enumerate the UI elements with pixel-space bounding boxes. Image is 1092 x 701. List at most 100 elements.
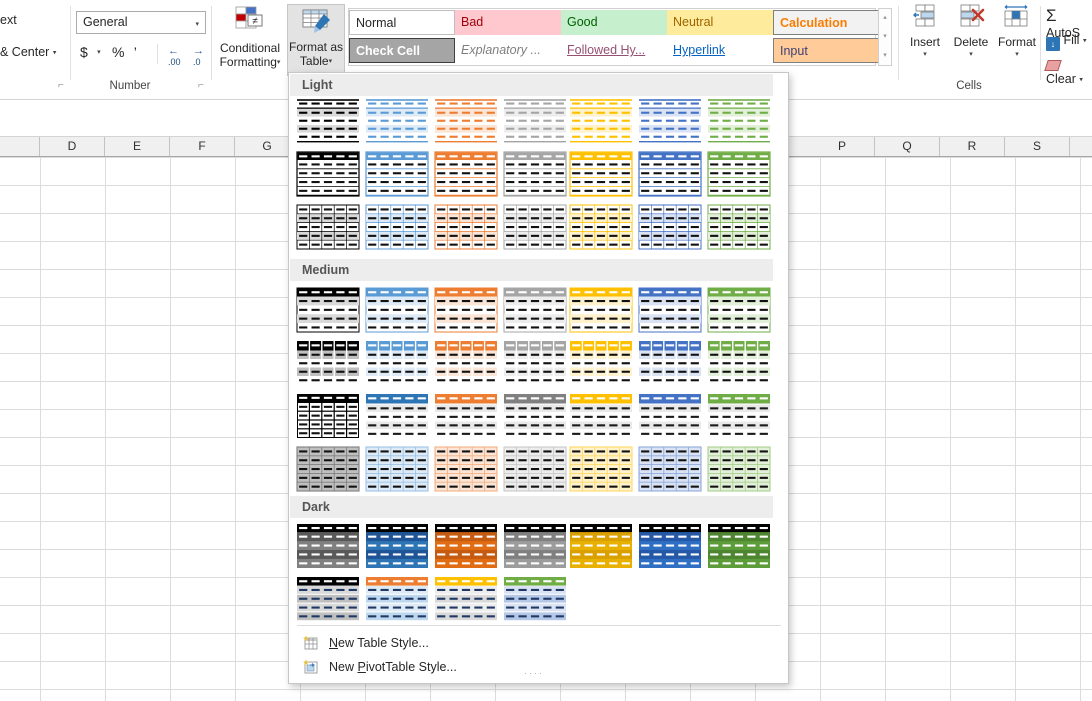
- column-header-R[interactable]: R: [940, 137, 1005, 156]
- table-style-TableStyleLight17[interactable]: [434, 204, 498, 250]
- column-header-F[interactable]: F: [170, 137, 235, 156]
- table-style-TableStyleLight9[interactable]: [365, 151, 429, 197]
- table-style-TableStyleDark8[interactable]: [296, 576, 360, 622]
- format-cells-button[interactable]: Format ▾: [994, 4, 1040, 58]
- table-style-TableStyleDark4[interactable]: [503, 523, 567, 569]
- chevron-down-icon[interactable]: ▾: [1083, 38, 1087, 45]
- table-style-TableStyleLight12[interactable]: [569, 151, 633, 197]
- table-style-TableStyleMedium20[interactable]: [638, 393, 702, 439]
- chevron-down-icon[interactable]: ▾: [902, 50, 948, 58]
- table-style-TableStyleMedium4[interactable]: [503, 287, 567, 333]
- table-style-TableStyleLight19[interactable]: [569, 204, 633, 250]
- insert-cells-button[interactable]: Insert ▾: [902, 4, 948, 58]
- table-style-TableStyleLight13[interactable]: [638, 151, 702, 197]
- conditional-formatting-button[interactable]: ≠ Conditional Formatting▾: [216, 4, 284, 76]
- table-style-TableStyleLight16[interactable]: [365, 204, 429, 250]
- table-style-TableStyleMedium15[interactable]: [296, 393, 360, 439]
- chevron-down-icon[interactable]: ▾: [277, 59, 281, 66]
- table-style-TableStyleLight8[interactable]: [296, 151, 360, 197]
- table-style-TableStyleMedium25[interactable]: [503, 446, 567, 492]
- table-style-TableStyleDark3[interactable]: [434, 523, 498, 569]
- table-style-TableStyleMedium10[interactable]: [434, 340, 498, 386]
- cell-style-hyperlink[interactable]: Hyperlink: [667, 38, 773, 63]
- column-header-D[interactable]: D: [40, 137, 105, 156]
- table-style-TableStyleMedium11[interactable]: [503, 340, 567, 386]
- table-style-TableStyleDark1[interactable]: [296, 523, 360, 569]
- table-style-TableStyleLight3[interactable]: [434, 98, 498, 144]
- chevron-down-icon[interactable]: ▾: [329, 58, 333, 65]
- table-style-TableStyleDark5[interactable]: [569, 523, 633, 569]
- chevron-down-icon[interactable]: ▾: [994, 50, 1040, 58]
- table-style-TableStyleMedium13[interactable]: [638, 340, 702, 386]
- cell-style-followed-hy[interactable]: Followed Hy...: [561, 38, 667, 63]
- table-style-TableStyleLight1[interactable]: [296, 98, 360, 144]
- table-style-TableStyleMedium9[interactable]: [365, 340, 429, 386]
- select-all-corner[interactable]: [0, 137, 40, 156]
- cell-style-explanatory[interactable]: Explanatory ...: [455, 38, 561, 63]
- cell-style-good[interactable]: Good: [561, 10, 667, 35]
- table-style-TableStyleMedium2[interactable]: [365, 287, 429, 333]
- table-style-TableStyleMedium27[interactable]: [638, 446, 702, 492]
- table-style-TableStyleMedium18[interactable]: [503, 393, 567, 439]
- table-style-TableStyleMedium6[interactable]: [638, 287, 702, 333]
- chevron-down-icon[interactable]: ▾: [195, 20, 199, 28]
- table-style-TableStyleDark6[interactable]: [638, 523, 702, 569]
- cell-styles-more-icon[interactable]: ▾: [879, 47, 891, 65]
- percent-style-button[interactable]: %: [112, 44, 124, 60]
- table-style-TableStyleDark11[interactable]: [503, 576, 567, 622]
- table-style-TableStyleLight5[interactable]: [569, 98, 633, 144]
- scroll-up-icon[interactable]: ▴: [879, 9, 891, 27]
- table-style-TableStyleMedium19[interactable]: [569, 393, 633, 439]
- table-style-TableStyleDark9[interactable]: [365, 576, 429, 622]
- new-table-style-menu-item[interactable]: New Table Style...: [297, 634, 781, 654]
- table-style-TableStyleMedium12[interactable]: [569, 340, 633, 386]
- table-style-TableStyleLight18[interactable]: [503, 204, 567, 250]
- table-style-TableStyleMedium5[interactable]: [569, 287, 633, 333]
- table-style-TableStyleMedium21[interactable]: [707, 393, 771, 439]
- cell-style-neutral[interactable]: Neutral: [667, 10, 773, 35]
- table-style-TableStyleLight15[interactable]: [296, 204, 360, 250]
- cell-style-check-cell[interactable]: Check Cell: [349, 38, 455, 63]
- table-style-TableStyleMedium22[interactable]: [296, 446, 360, 492]
- table-style-TableStyleMedium23[interactable]: [365, 446, 429, 492]
- table-style-TableStyleDark2[interactable]: [365, 523, 429, 569]
- table-style-TableStyleDark7[interactable]: [707, 523, 771, 569]
- table-style-TableStyleMedium24[interactable]: [434, 446, 498, 492]
- chevron-down-icon[interactable]: ▾: [53, 50, 57, 57]
- cell-style-normal[interactable]: Normal: [349, 10, 455, 35]
- table-style-TableStyleMedium14[interactable]: [707, 340, 771, 386]
- column-header-P[interactable]: P: [810, 137, 875, 156]
- table-style-TableStyleDark10[interactable]: [434, 576, 498, 622]
- chevron-down-icon[interactable]: ▾: [948, 50, 994, 58]
- alignment-dialog-launcher[interactable]: ⌐: [58, 80, 69, 91]
- chevron-down-icon[interactable]: ▾: [97, 49, 101, 56]
- table-style-TableStyleLight20[interactable]: [638, 204, 702, 250]
- increase-decimal-button[interactable]: ← .00: [168, 45, 181, 67]
- merge-and-center-button[interactable]: & Center ▾: [0, 45, 56, 59]
- table-style-TableStyleMedium16[interactable]: [365, 393, 429, 439]
- table-style-TableStyleMedium28[interactable]: [707, 446, 771, 492]
- scroll-down-icon[interactable]: ▾: [879, 28, 891, 46]
- number-dialog-launcher[interactable]: ⌐: [198, 80, 209, 91]
- comma-style-button[interactable]: ’: [134, 44, 137, 60]
- table-style-TableStyleLight7[interactable]: [707, 98, 771, 144]
- format-as-table-button[interactable]: Format as Table▾: [287, 4, 345, 76]
- format-as-table-gallery[interactable]: Light Medium Dark New Table Style... New: [288, 72, 789, 684]
- fill-button[interactable]: ↓ Fill ▾: [1046, 33, 1086, 51]
- resize-grip[interactable]: ····: [524, 668, 544, 678]
- cell-styles-scrollbar[interactable]: ▴ ▾ ▾: [878, 8, 892, 66]
- table-style-TableStyleMedium8[interactable]: [296, 340, 360, 386]
- table-style-TableStyleLight2[interactable]: [365, 98, 429, 144]
- cell-style-bad[interactable]: Bad: [455, 10, 561, 35]
- table-style-TableStyleLight4[interactable]: [503, 98, 567, 144]
- chevron-down-icon[interactable]: ▾: [1079, 77, 1083, 84]
- cell-style-calculation[interactable]: Calculation: [773, 10, 879, 35]
- table-style-TableStyleLight10[interactable]: [434, 151, 498, 197]
- clear-button[interactable]: Clear ▾: [1044, 58, 1092, 86]
- table-style-TableStyleMedium3[interactable]: [434, 287, 498, 333]
- table-style-TableStyleLight21[interactable]: [707, 204, 771, 250]
- table-style-TableStyleLight11[interactable]: [503, 151, 567, 197]
- table-style-TableStyleMedium26[interactable]: [569, 446, 633, 492]
- table-style-TableStyleMedium7[interactable]: [707, 287, 771, 333]
- column-header-Q[interactable]: Q: [875, 137, 940, 156]
